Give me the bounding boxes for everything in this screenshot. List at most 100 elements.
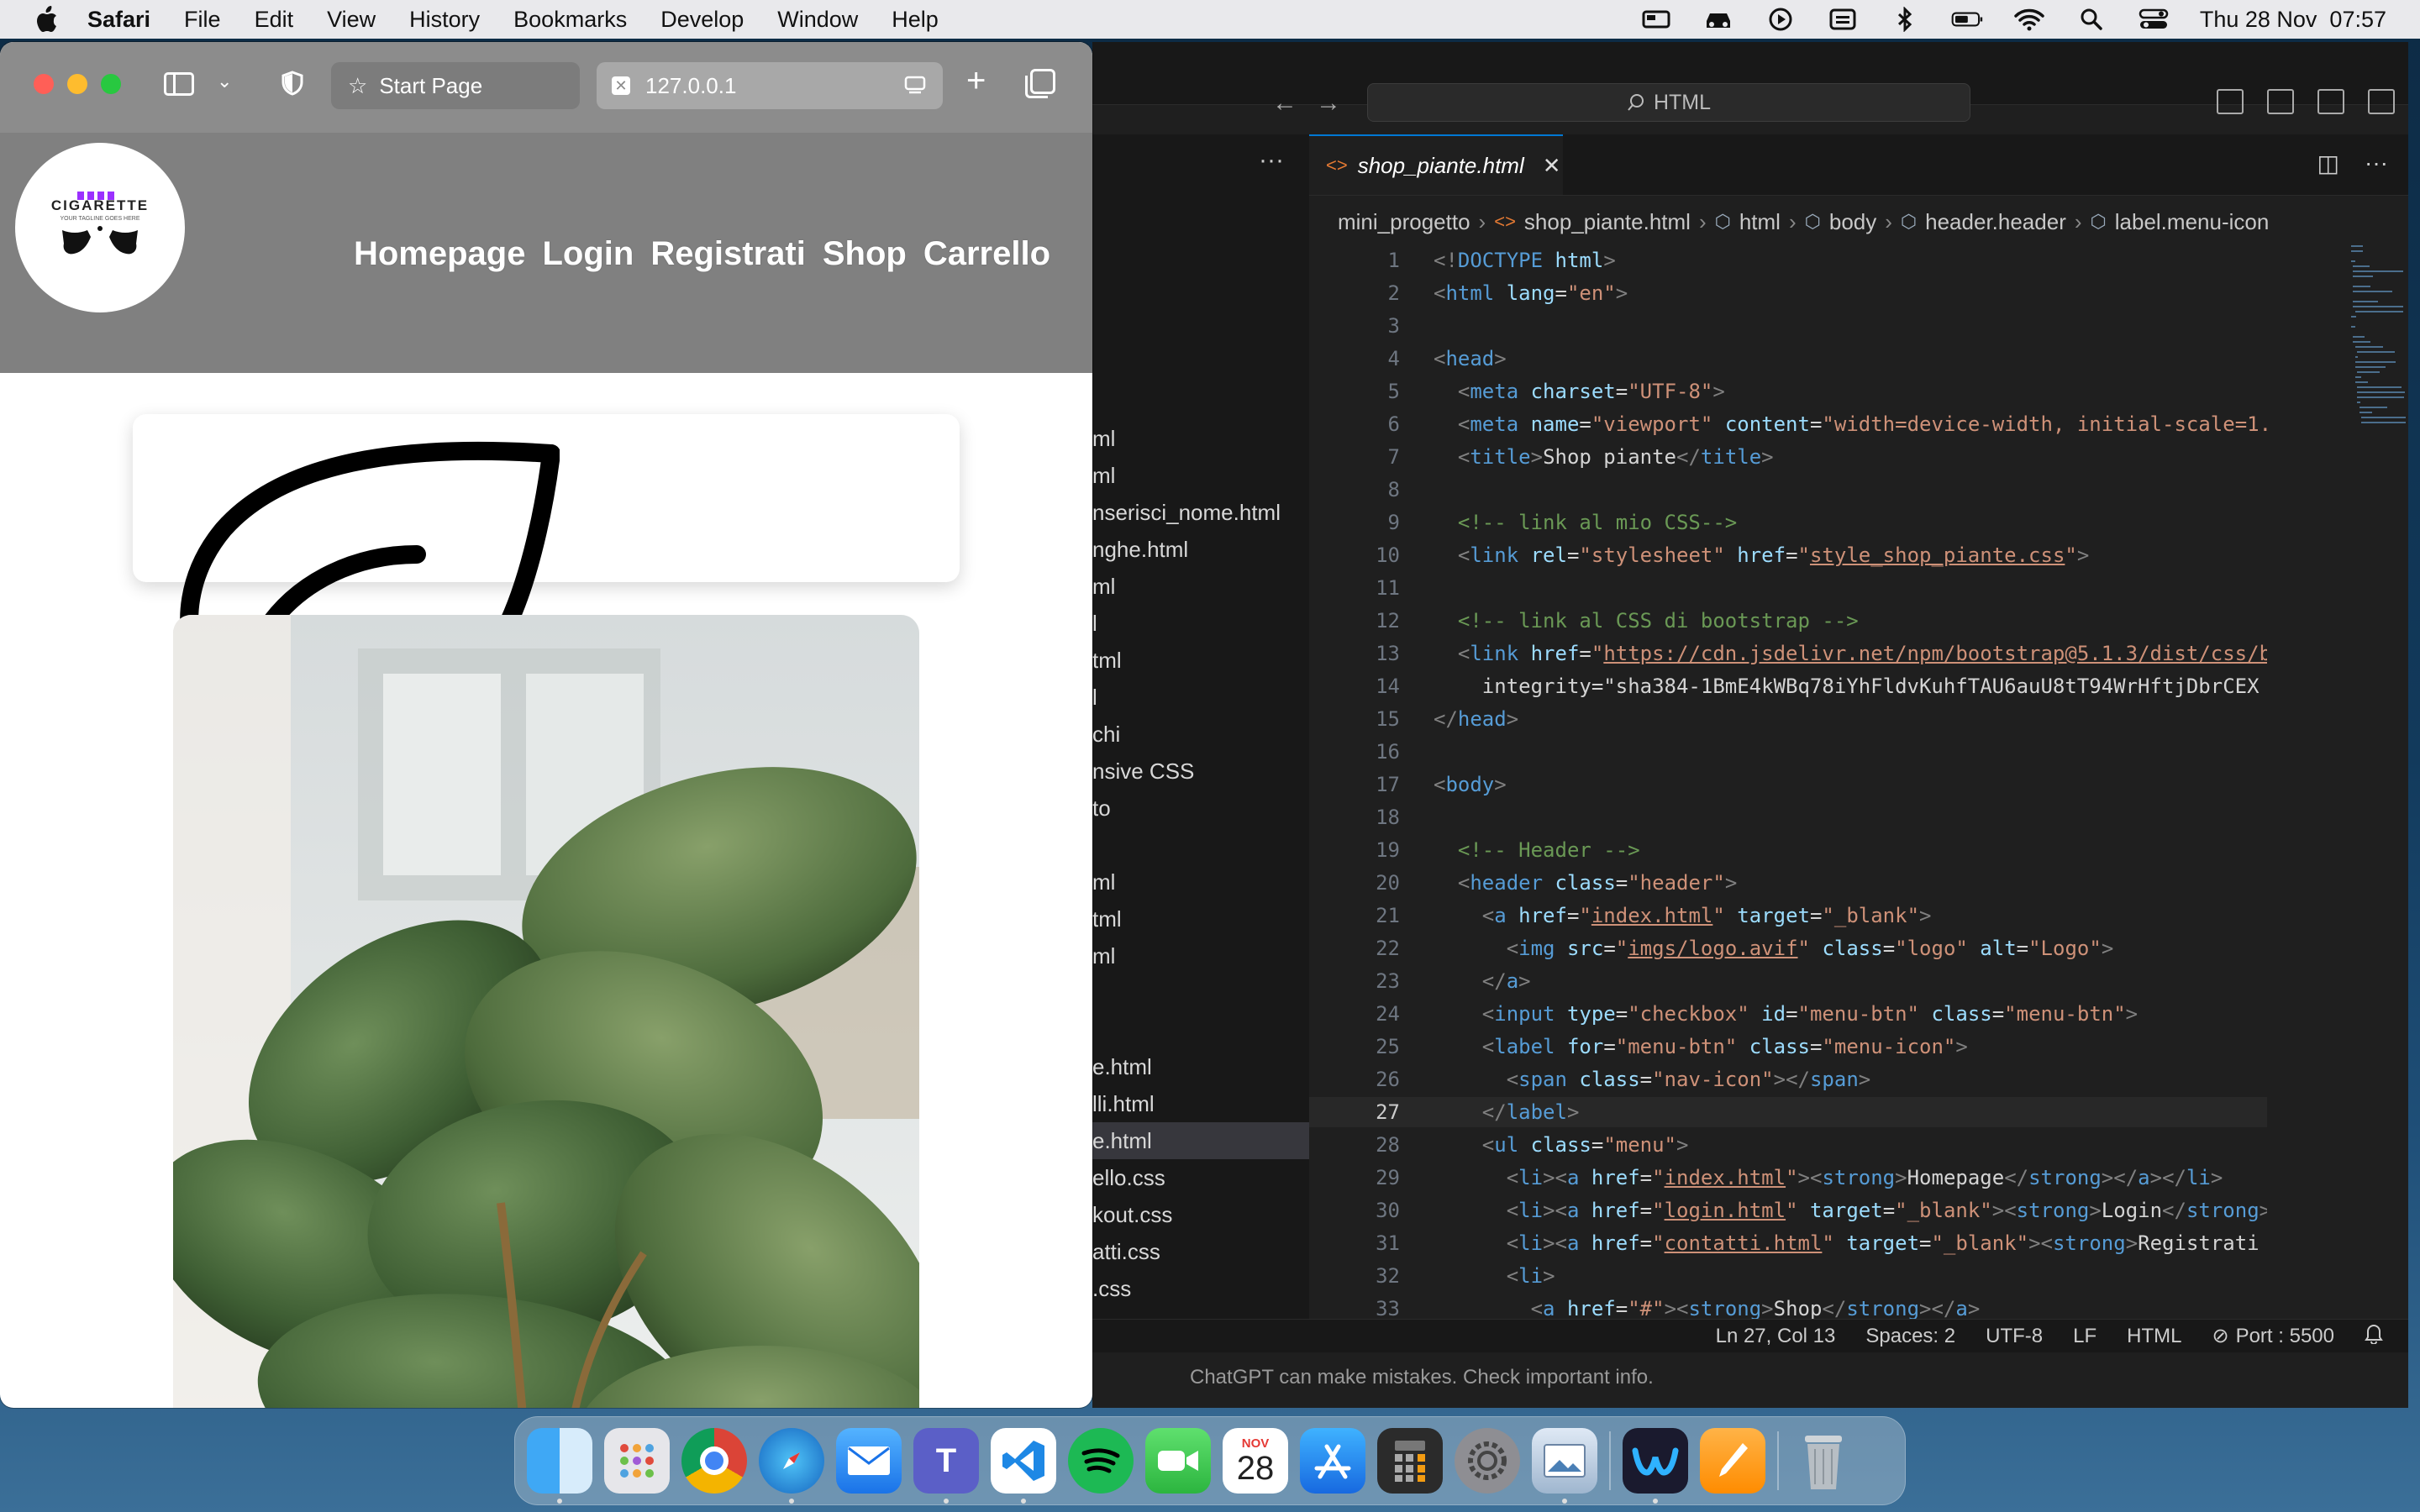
explorer-file[interactable]: kout.css: [1092, 1196, 1309, 1233]
close-window-button[interactable]: [34, 74, 54, 94]
menu-edit[interactable]: Edit: [255, 7, 294, 33]
code-line[interactable]: 26 <span class="nav-icon"></span>: [1309, 1064, 2267, 1095]
code-line[interactable]: 3: [1309, 311, 2267, 341]
nav-login-link[interactable]: Login: [542, 235, 634, 273]
tab-overview-icon[interactable]: [1025, 69, 1055, 98]
code-line[interactable]: 23 </a>: [1309, 966, 2267, 996]
explorer-file[interactable]: nghe.html: [1092, 531, 1309, 568]
play-circle-icon[interactable]: [1765, 7, 1797, 32]
bell-icon[interactable]: [2365, 1322, 2383, 1350]
status-indentation[interactable]: Spaces: 2: [1865, 1325, 1955, 1348]
status-eol[interactable]: LF: [2073, 1325, 2096, 1348]
code-line[interactable]: 25 <label for="menu-btn" class="menu-ico…: [1309, 1032, 2267, 1062]
code-line[interactable]: 10 <link rel="stylesheet" href="style_sh…: [1309, 540, 2267, 570]
plant-product-image[interactable]: [173, 615, 919, 1408]
toggle-primary-sidebar-icon[interactable]: [2217, 89, 2244, 114]
preview-icon[interactable]: [1532, 1428, 1597, 1504]
address-bar[interactable]: ✕ 127.0.0.1: [597, 62, 943, 109]
privacy-shield-icon[interactable]: [281, 71, 304, 96]
code-line[interactable]: 2 <html lang="en">: [1309, 278, 2267, 308]
explorer-file[interactable]: l: [1092, 679, 1309, 716]
battery-icon[interactable]: [1951, 7, 1983, 32]
menu-file[interactable]: File: [184, 7, 221, 33]
code-line[interactable]: 24 <input type="checkbox" id="menu-btn" …: [1309, 999, 2267, 1029]
finder-icon[interactable]: [527, 1428, 592, 1504]
explorer-file[interactable]: tml: [1092, 642, 1309, 679]
explorer-file[interactable]: e.html: [1092, 1048, 1309, 1085]
code-line[interactable]: 13 <link href="https://cdn.jsdelivr.net/…: [1309, 638, 2267, 669]
explorer-file-active[interactable]: e.html: [1092, 1122, 1309, 1159]
explorer-file[interactable]: ello.css: [1092, 1159, 1309, 1196]
facetime-icon[interactable]: [1145, 1428, 1211, 1494]
nav-shop-link[interactable]: Shop: [823, 235, 907, 273]
breadcrumb-file[interactable]: shop_piante.html: [1524, 209, 1691, 235]
code-line[interactable]: 19 <!-- Header -->: [1309, 835, 2267, 865]
new-tab-plus-icon[interactable]: +: [966, 62, 986, 100]
explorer-file[interactable]: l: [1092, 605, 1309, 642]
code-line[interactable]: 9 <!-- link al mio CSS-->: [1309, 507, 2267, 538]
bluetooth-icon[interactable]: [1889, 7, 1921, 32]
code-line[interactable]: 29 <li><a href="index.html"><strong>Home…: [1309, 1163, 2267, 1193]
code-line[interactable]: 20 <header class="header">: [1309, 868, 2267, 898]
explorer-file[interactable]: .css: [1092, 1270, 1309, 1307]
explorer-file[interactable]: ml: [1092, 420, 1309, 457]
code-line[interactable]: 14 integrity="sha384-1BmE4kWBq78iYhFldvK…: [1309, 671, 2267, 701]
code-editor[interactable]: 1 <!DOCTYPE html> 2 <html lang="en"> 3 4 <head…: [1309, 245, 2267, 1320]
menu-develop[interactable]: Develop: [660, 7, 744, 33]
split-editor-icon[interactable]: ◫: [2317, 150, 2339, 177]
menu-window[interactable]: Window: [777, 7, 858, 33]
menu-view[interactable]: View: [327, 7, 376, 33]
explorer-file[interactable]: tml: [1092, 900, 1309, 937]
code-line[interactable]: 1 <!DOCTYPE html>: [1309, 245, 2267, 276]
back-arrow-icon[interactable]: ←: [1272, 89, 1297, 118]
chevron-down-icon[interactable]: ⌄: [217, 71, 232, 92]
spotlight-search-icon[interactable]: [2075, 7, 2107, 32]
status-encoding[interactable]: UTF-8: [1986, 1325, 2043, 1348]
launchpad-icon[interactable]: [604, 1428, 670, 1494]
code-line[interactable]: 31 <li><a href="contatti.html" target="_…: [1309, 1228, 2267, 1258]
code-line[interactable]: 6 <meta name="viewport" content="width=d…: [1309, 409, 2267, 439]
code-line[interactable]: 27 </label>: [1309, 1097, 2267, 1127]
safari-icon[interactable]: [759, 1428, 824, 1504]
menubar-clock[interactable]: Thu 28 Nov 07:57: [2200, 7, 2386, 33]
explorer-file[interactable]: ml: [1092, 457, 1309, 494]
status-live-server[interactable]: ⊘ Port : 5500: [2212, 1324, 2334, 1348]
more-actions-icon[interactable]: ···: [2365, 150, 2388, 177]
status-cursor-position[interactable]: Ln 27, Col 13: [1716, 1325, 1836, 1348]
spotify-icon[interactable]: [1068, 1428, 1134, 1494]
explorer-file[interactable]: to: [1092, 790, 1309, 827]
menu-history[interactable]: History: [409, 7, 480, 33]
explorer-file[interactable]: nserisci_nome.html: [1092, 494, 1309, 531]
minimap[interactable]: [2351, 245, 2408, 833]
code-line[interactable]: 30 <li><a href="login.html" target="_bla…: [1309, 1195, 2267, 1226]
breadcrumb-symbol-html[interactable]: html: [1739, 209, 1781, 235]
control-center-icon[interactable]: [2138, 7, 2170, 32]
tab-start-page[interactable]: ☆ Start Page: [331, 62, 580, 109]
code-line[interactable]: 32 <li>: [1309, 1261, 2267, 1291]
breadcrumb-symbol-header[interactable]: header.header: [1925, 209, 2066, 235]
calendar-icon[interactable]: NOV 28: [1223, 1428, 1288, 1494]
explorer-file[interactable]: ml: [1092, 864, 1309, 900]
code-line[interactable]: 7 <title>Shop piante</title>: [1309, 442, 2267, 472]
explorer-file[interactable]: chi: [1092, 716, 1309, 753]
sidebar-toggle-icon[interactable]: [164, 72, 194, 96]
close-icon[interactable]: ✕: [1543, 153, 1561, 179]
code-line[interactable]: 11: [1309, 573, 2267, 603]
toggle-panel-icon[interactable]: [2267, 89, 2294, 114]
pages-icon[interactable]: [1700, 1428, 1765, 1494]
code-line[interactable]: 4 <head>: [1309, 344, 2267, 374]
calculator-icon[interactable]: [1377, 1428, 1443, 1494]
explorer-file[interactable]: ml: [1092, 937, 1309, 974]
teams-icon[interactable]: T: [913, 1428, 979, 1504]
code-line[interactable]: 17 <body>: [1309, 769, 2267, 800]
code-line[interactable]: 15 </head>: [1309, 704, 2267, 734]
nav-homepage-link[interactable]: Homepage: [354, 235, 526, 273]
tab-shop-piante-html[interactable]: <> shop_piante.html ✕: [1309, 134, 1563, 195]
wifi-icon[interactable]: [2013, 7, 2045, 32]
network-drive-icon[interactable]: [1640, 7, 1672, 32]
apple-menu-icon[interactable]: [34, 5, 59, 34]
customize-layout-icon[interactable]: [2368, 89, 2395, 114]
keyboard-input-icon[interactable]: [1827, 7, 1859, 32]
code-line[interactable]: 5 <meta charset="UTF-8">: [1309, 376, 2267, 407]
breadcrumb-symbol-label[interactable]: label.menu-icon: [2115, 209, 2270, 235]
